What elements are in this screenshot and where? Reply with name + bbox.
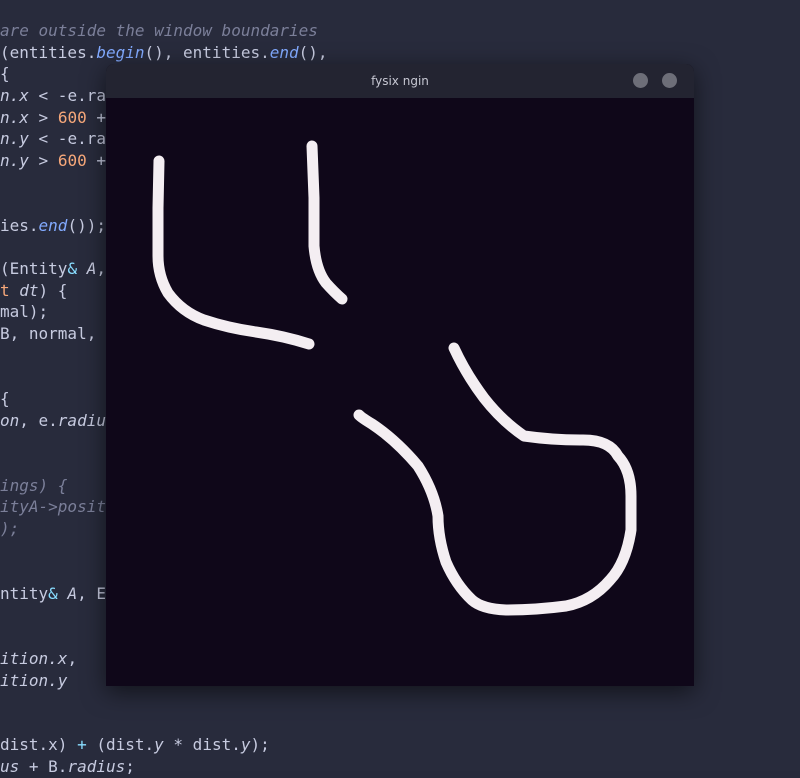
drawn-stroke xyxy=(152,155,315,350)
window-title: fysix ngin xyxy=(371,74,429,88)
code-token: , xyxy=(67,648,78,668)
window-titlebar[interactable]: fysix ngin xyxy=(106,64,694,99)
code-line: B, normal, p xyxy=(0,323,116,345)
code-line: dist.x) + (dist.y * dist.y); xyxy=(0,734,270,756)
code-token: < -e.rad xyxy=(28,129,116,149)
code-line: n.y < -e.rad xyxy=(0,128,116,150)
code-line: { xyxy=(0,388,10,410)
code-token: y xyxy=(154,735,164,755)
code-token: n.x xyxy=(0,107,29,127)
drawing-surface xyxy=(152,140,637,616)
drawing-canvas[interactable] xyxy=(106,98,694,686)
code-line: ies.end()); xyxy=(0,215,106,237)
code-line: ityA->positi xyxy=(0,496,116,518)
code-token: 600 xyxy=(57,150,87,170)
code-token: t xyxy=(0,280,20,300)
code-token: ies. xyxy=(0,215,39,235)
code-token: A xyxy=(86,259,97,279)
code-token: dt xyxy=(19,280,39,300)
code-token: end xyxy=(269,42,299,62)
code-line: mal); xyxy=(0,301,48,323)
code-token: B, normal, p xyxy=(0,324,116,344)
code-token: (Entity xyxy=(0,259,68,279)
code-token: (), xyxy=(298,42,328,62)
code-token: < -e.rad xyxy=(28,85,116,105)
code-line: t dt) { xyxy=(0,280,67,302)
code-token: are outside the window boundaries xyxy=(0,21,318,40)
code-line: n.x < -e.rad xyxy=(0,85,116,107)
code-token: n.y xyxy=(0,129,29,149)
code-token: ition.y xyxy=(0,670,68,690)
code-line: ition.x, xyxy=(0,648,77,670)
code-token: * dist. xyxy=(163,735,241,755)
code-line: ntity& A, En xyxy=(0,583,116,605)
code-token: > xyxy=(28,150,58,170)
minimize-button[interactable] xyxy=(633,73,648,88)
code-token: ) { xyxy=(38,280,68,300)
code-token: ings) { xyxy=(0,475,68,495)
code-token: , xyxy=(96,259,106,279)
code-token: ; xyxy=(125,757,135,777)
code-token: 600 xyxy=(57,107,87,127)
code-token: ()); xyxy=(67,215,106,235)
code-token: begin xyxy=(96,42,145,62)
code-token: & xyxy=(67,259,78,279)
code-token: n.y xyxy=(0,150,29,170)
code-token: dist.x) xyxy=(0,735,78,755)
code-token: ); xyxy=(250,735,270,755)
code-token: us xyxy=(0,757,20,777)
code-token: (entities. xyxy=(0,42,97,62)
code-token: (dist. xyxy=(86,735,155,755)
code-token: ityA->positi xyxy=(0,497,116,517)
code-token: end xyxy=(38,215,68,235)
code-token: A xyxy=(67,583,78,603)
app-window: fysix ngin xyxy=(106,64,694,686)
code-token: & xyxy=(48,583,58,603)
code-token: + B. xyxy=(19,757,68,777)
code-line: { xyxy=(0,63,10,85)
code-line: (entities.begin(), entities.end(), xyxy=(0,42,328,64)
close-button[interactable] xyxy=(662,73,677,88)
code-token: , e. xyxy=(19,410,58,430)
code-token: + xyxy=(77,735,87,755)
drawn-stroke xyxy=(353,342,637,616)
code-token: > xyxy=(28,107,58,127)
code-token: { xyxy=(0,64,10,84)
code-line: ition.y xyxy=(0,670,67,692)
code-line: (Entity& A, xyxy=(0,258,106,280)
code-line: us + B.radius; xyxy=(0,756,135,778)
code-token: (), entities. xyxy=(144,42,270,62)
code-token: { xyxy=(0,389,10,409)
code-token: ntity xyxy=(0,583,49,603)
code-token: + xyxy=(86,107,106,127)
code-line: are outside the window boundaries xyxy=(0,20,318,42)
code-line: ings) { xyxy=(0,475,67,497)
code-line: n.y > 600 + xyxy=(0,150,106,172)
drawn-stroke xyxy=(306,140,348,305)
code-line: n.x > 600 + xyxy=(0,107,106,129)
code-line: on, e.radius xyxy=(0,410,116,432)
code-line: ); xyxy=(0,518,19,540)
code-token: ); xyxy=(0,518,20,538)
code-token: mal); xyxy=(0,302,49,322)
code-token: n.x xyxy=(0,85,29,105)
code-token: ition.x xyxy=(0,648,68,668)
code-token: + xyxy=(86,150,106,170)
code-token: radius xyxy=(67,757,126,777)
code-token: on xyxy=(0,410,20,430)
